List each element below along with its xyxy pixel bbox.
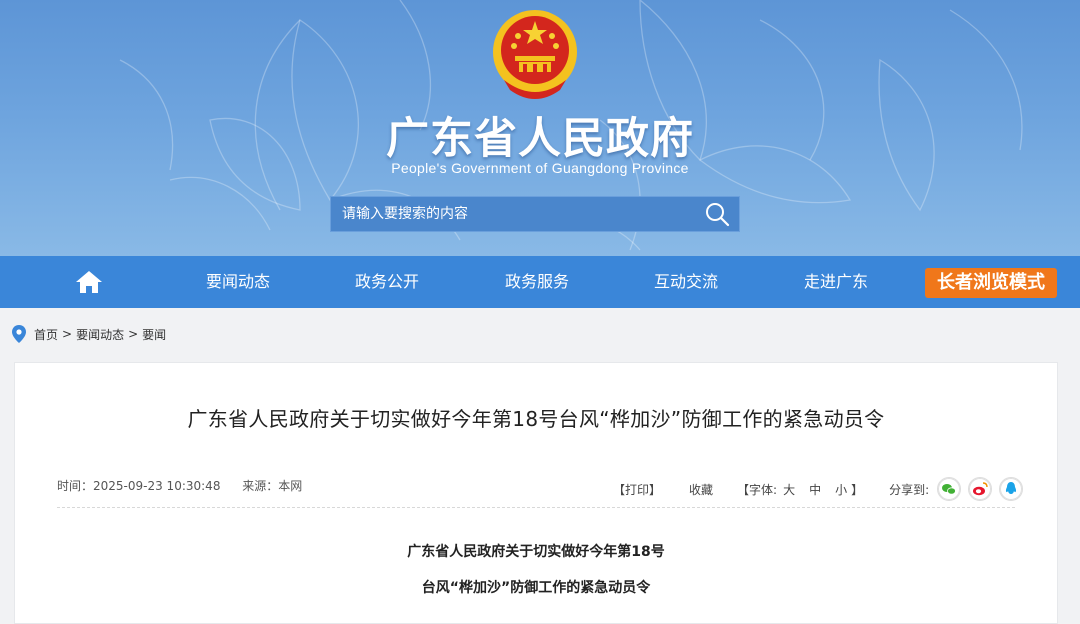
- article-source: 来源：本网: [242, 479, 303, 493]
- font-size-close: 】: [851, 482, 864, 497]
- publish-time: 时间：2025-09-23 10:30:48: [57, 479, 221, 493]
- national-emblem-logo: [493, 10, 577, 99]
- qq-icon[interactable]: [999, 477, 1024, 501]
- wechat-icon[interactable]: [937, 477, 962, 501]
- font-size-label: 【字体:: [737, 482, 778, 497]
- nav-item-gov-services[interactable]: 政务服务: [477, 256, 597, 308]
- font-small-button[interactable]: 小: [835, 481, 847, 498]
- home-icon[interactable]: [75, 270, 103, 294]
- font-medium-button[interactable]: 中: [809, 481, 821, 498]
- nav-item-gov-affairs[interactable]: 政务公开: [327, 256, 447, 308]
- search-icon[interactable]: [703, 201, 731, 227]
- article-body-heading-line1: 广东省人民政府关于切实做好今年第18号: [407, 544, 665, 560]
- article-meta: 时间：2025-09-23 10:30:48 来源：本网: [57, 477, 320, 494]
- search-input[interactable]: [331, 197, 691, 231]
- elder-mode-button[interactable]: 长者浏览模式: [925, 268, 1057, 298]
- breadcrumb-separator: >: [62, 327, 73, 341]
- breadcrumb: 首页 > 要闻动态 > 要闻: [12, 324, 166, 344]
- article-tools: 【打印】 收藏 【字体: 大 中 小 】 分享到:: [613, 477, 1030, 501]
- breadcrumb-news[interactable]: 要闻动态: [76, 326, 124, 343]
- breadcrumb-home[interactable]: 首页: [34, 326, 58, 343]
- location-pin-icon: [12, 325, 26, 343]
- search-box: [330, 196, 740, 232]
- article-card: 广东省人民政府关于切实做好今年第18号台风“桦加沙”防御工作的紧急动员令 时间：…: [14, 362, 1058, 624]
- breadcrumb-headlines[interactable]: 要闻: [142, 326, 166, 343]
- nav-item-about-guangdong[interactable]: 走进广东: [776, 256, 896, 308]
- article-body-heading-line2: 台风“桦加沙”防御工作的紧急动员令: [421, 580, 651, 596]
- favorite-button[interactable]: 收藏: [689, 481, 713, 498]
- article-title: 广东省人民政府关于切实做好今年第18号台风“桦加沙”防御工作的紧急动员令: [187, 407, 885, 431]
- site-title: 广东省人民政府: [386, 114, 694, 164]
- site-header: 广东省人民政府 People's Government of Guangdong…: [0, 0, 1080, 256]
- site-subtitle: People's Government of Guangdong Provinc…: [391, 160, 689, 176]
- main-nav: 要闻动态 政务公开 政务服务 互动交流 走进广东 长者浏览模式: [0, 256, 1080, 308]
- nav-item-news[interactable]: 要闻动态: [178, 256, 298, 308]
- print-button[interactable]: 【打印】: [613, 481, 661, 498]
- meta-divider: [57, 507, 1015, 508]
- share-label: 分享到:: [889, 482, 930, 497]
- weibo-icon[interactable]: [968, 477, 993, 501]
- font-large-button[interactable]: 大: [783, 481, 795, 498]
- nav-item-interaction[interactable]: 互动交流: [626, 256, 746, 308]
- breadcrumb-separator: >: [128, 327, 139, 341]
